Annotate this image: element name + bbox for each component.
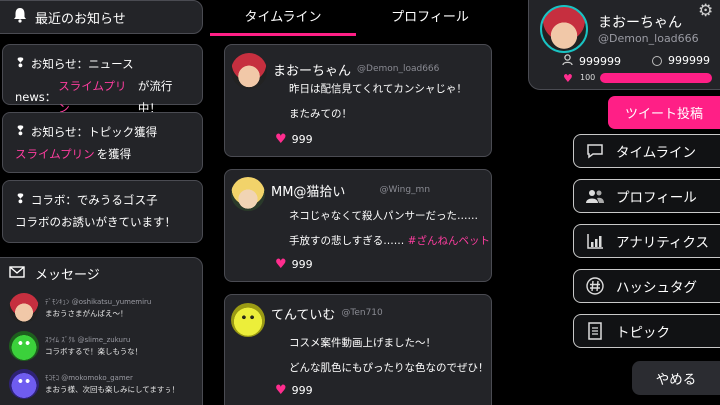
message-item[interactable]: ﾃﾞﾓﾝｷｭﾝ @oshikatsu_yumemiru まおうさまがんばえ～！ [9, 289, 202, 327]
message-item[interactable]: ﾓｺﾓｺ @mokomoko_gamer まおう様、次回も楽しみにしてますぅ！ [9, 365, 202, 403]
timeline-post[interactable]: MM@猫拾い @Wing_mn ネコじゃなくて殺人パンサーだった…… 手放すの悲… [224, 169, 492, 282]
hashtag-text[interactable]: #ざんねんペット [408, 235, 490, 247]
hp-value: 100 [580, 73, 596, 82]
nav-analytics-button[interactable]: アナリティクス [573, 224, 720, 258]
like-count[interactable]: ♥ 999 [275, 383, 313, 398]
nav-topic-button[interactable]: トピック [573, 314, 720, 348]
post-text: 昨日は配信見てくれてカンシャじゃ！ [289, 83, 467, 95]
nav-profile-button[interactable]: プロフィール [573, 179, 720, 213]
heart-icon: ♥ [275, 257, 287, 272]
nav-hashtag-button[interactable]: ハッシュタグ [573, 269, 720, 303]
person-icon [562, 54, 573, 69]
news-item[interactable]: ❢ お知らせ：ニュース news： スライムプリン が流行中！ [2, 44, 203, 115]
profile-name: まおーちゃん [598, 15, 682, 31]
messages-panel: メッセージ ﾃﾞﾓﾝｷｭﾝ @oshikatsu_yumemiru まおうさまがん… [0, 257, 203, 405]
nav-timeline-button[interactable]: タイムライン [573, 134, 720, 168]
coins-stat: 999999 [652, 54, 710, 67]
hp-bar [600, 73, 712, 83]
post-text: 手放すの悲しすぎる…… #ざんねんペット [289, 235, 490, 247]
timeline-post[interactable]: てんていむ @Ten710 コスメ案件動画上げました～！ どんな肌色にもぴったり… [224, 294, 492, 405]
document-icon [584, 322, 606, 340]
avatar [9, 331, 39, 361]
message-item[interactable]: ｽﾗｲﾑ ｽﾞｸﾙ @slime_zukuru コラボするで！楽しもうな！ [9, 327, 202, 365]
heart-icon: ♥ [275, 132, 287, 147]
exclamation-icon: ❢ [15, 56, 26, 71]
post-text: コスメ案件動画上げました～！ [289, 337, 436, 349]
heart-icon: ♥ [275, 383, 287, 398]
profile-handle: @Demon_load666 [598, 32, 699, 45]
messages-title: メッセージ [35, 268, 100, 283]
post-text: またみての！ [289, 108, 352, 120]
tab-timeline[interactable]: タイムライン [210, 6, 356, 25]
tab-profile[interactable]: プロフィール [365, 6, 495, 25]
gear-icon[interactable]: ⚙ [698, 1, 713, 21]
avatar [9, 369, 39, 399]
like-count[interactable]: ♥ 999 [275, 132, 313, 147]
bar-chart-icon [584, 233, 606, 249]
avatar [231, 53, 267, 89]
exclamation-icon: ❢ [15, 124, 26, 139]
followers-stat: 999999 [562, 54, 621, 69]
coin-icon [652, 55, 662, 66]
timeline-post[interactable]: まおーちゃん @Demon_load666 昨日は配信見てくれてカンシャじゃ！ … [224, 44, 492, 157]
bell-icon [13, 7, 27, 27]
tab-active-indicator [210, 33, 356, 36]
speech-bubble-icon [584, 143, 606, 159]
heart-icon: ♥ [563, 72, 573, 85]
post-handle: @Wing_mn [379, 185, 431, 195]
post-author: まおーちゃん [273, 63, 352, 79]
news-item[interactable]: ❢ コラボ：でみうるゴス子 コラボのお誘いがきています！ [2, 180, 203, 243]
post-author: MM@猫拾い [271, 184, 346, 200]
news-item[interactable]: ❢ お知らせ：トピック獲得 スライムプリン を獲得 [2, 112, 203, 173]
tweet-button[interactable]: ツイート投稿 [608, 96, 720, 129]
envelope-icon [9, 265, 25, 282]
news-header: 最近のお知らせ [0, 0, 203, 34]
hashtag-icon [584, 277, 606, 295]
post-author: てんていむ [271, 307, 336, 323]
news-title: 最近のお知らせ [35, 11, 126, 27]
like-count[interactable]: ♥ 999 [275, 257, 313, 272]
profile-avatar [540, 5, 588, 53]
exclamation-icon: ❢ [15, 192, 26, 207]
avatar [231, 303, 265, 337]
users-icon [584, 188, 606, 204]
post-text: ネコじゃなくて殺人パンサーだった…… [289, 210, 478, 222]
quit-button[interactable]: やめる [632, 361, 720, 395]
avatar [231, 177, 265, 211]
post-handle: @Ten710 [341, 308, 383, 318]
hp-bar-fill [600, 73, 712, 83]
post-text: どんな肌色にもぴったりな色なのでぜひ！ [289, 362, 489, 374]
avatar [9, 293, 39, 323]
post-handle: @Demon_load666 [357, 64, 440, 74]
